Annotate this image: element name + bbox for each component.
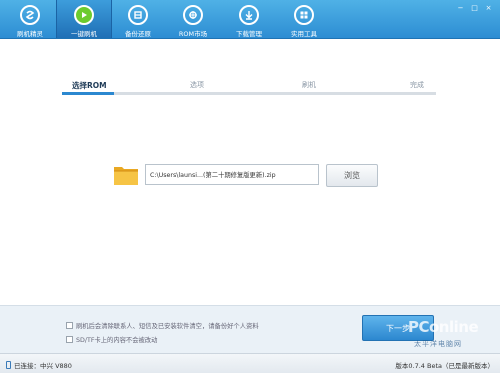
tool-label: ROM市场: [178, 30, 208, 38]
download-icon: [239, 5, 259, 25]
tool-rom-market[interactable]: ROM市场: [166, 0, 220, 38]
tool-brush-genie[interactable]: 刷机精灵: [3, 0, 57, 38]
connection-status: 已连接：中兴 V880: [6, 360, 72, 370]
sd-note: SD/TF卡上的内容不会被改动: [66, 335, 157, 344]
step-select-rom: 选择ROM: [72, 81, 107, 90]
watermark-subtitle: 太平洋电脑网: [414, 340, 462, 348]
connection-text: 已连接：中兴 V880: [14, 362, 72, 370]
window-controls: − □ ×: [455, 4, 494, 13]
flash-steps: 选择ROM 选项 刷机 完成: [62, 76, 436, 98]
tool-one-click-flash[interactable]: 一键刷机: [56, 0, 112, 38]
brush-logo-icon: [20, 5, 40, 25]
main-toolbar: 刷机精灵 一键刷机 备份还原 ROM市场 下载管理 实用工具 − □ ×: [0, 0, 500, 39]
tools-icon: [294, 5, 314, 25]
tool-label: 备份还原: [125, 30, 151, 38]
tool-utilities[interactable]: 实用工具: [277, 0, 331, 38]
warning-text: 刷机后会清除联系人、短信及已安装软件清空，请备份好个人资料: [76, 323, 259, 330]
tool-label: 下载管理: [236, 30, 262, 38]
tool-label: 实用工具: [291, 30, 317, 38]
tool-label: 一键刷机: [71, 30, 97, 38]
step-progress-fill: [62, 92, 115, 95]
sd-note-text: SD/TF卡上的内容不会被改动: [76, 337, 158, 344]
close-button[interactable]: ×: [483, 4, 494, 13]
backup-icon: [128, 5, 148, 25]
info-icon: [66, 336, 73, 343]
warning-note: 刷机后会清除联系人、短信及已安装软件清空，请备份好个人资料: [66, 321, 259, 330]
watermark-logo: PConline: [408, 318, 479, 336]
tool-label: 刷机精灵: [17, 30, 43, 38]
info-icon: [66, 322, 73, 329]
rom-market-icon: [183, 5, 203, 25]
step-progress-track: [62, 92, 436, 95]
step-options: 选项: [190, 81, 204, 89]
maximize-button[interactable]: □: [469, 4, 480, 13]
step-flash: 刷机: [302, 81, 316, 89]
rom-path-field[interactable]: [145, 164, 319, 185]
status-bar: 已连接：中兴 V880 版本0.7.4 Beta（已是最新版本）: [0, 353, 500, 373]
version-text: 版本0.7.4 Beta（已是最新版本）: [395, 362, 494, 370]
browse-button[interactable]: 浏览: [326, 164, 378, 187]
phone-icon: [6, 361, 11, 369]
tool-download-manager[interactable]: 下载管理: [222, 0, 276, 38]
step-done: 完成: [410, 81, 424, 89]
folder-icon: [113, 162, 139, 187]
tool-backup-restore[interactable]: 备份还原: [111, 0, 165, 38]
minimize-button[interactable]: −: [455, 4, 466, 13]
play-icon: [74, 5, 94, 25]
